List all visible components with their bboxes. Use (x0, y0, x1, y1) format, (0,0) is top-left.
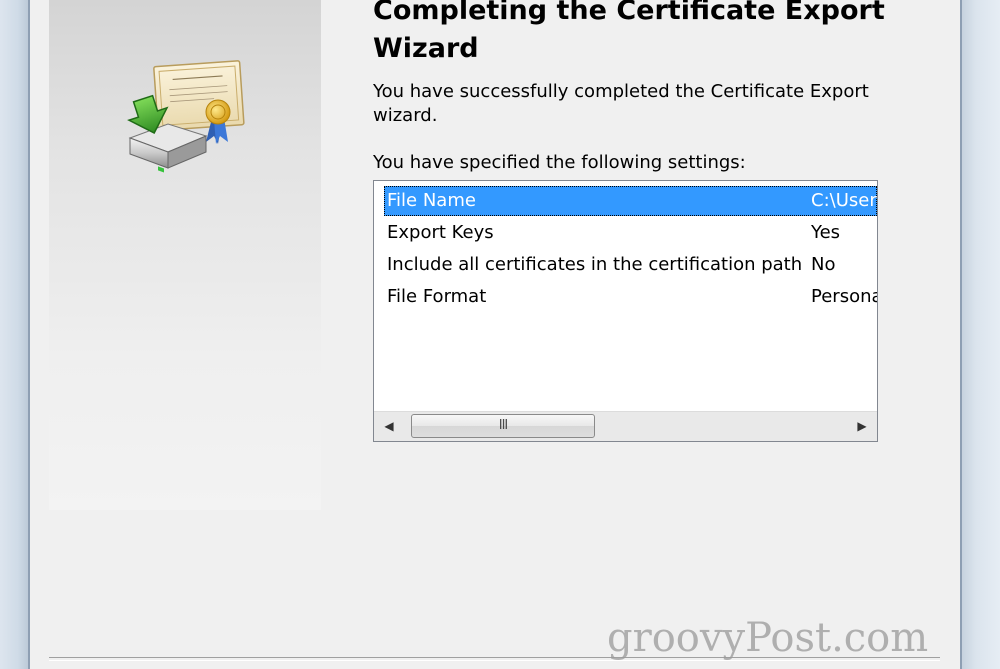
horizontal-scrollbar[interactable]: ◀ III ▶ (374, 411, 877, 441)
settings-row-file-format[interactable]: File Format Personal (384, 282, 877, 312)
wizard-title-line2: Wizard (373, 33, 479, 64)
wizard-title: Completing the Certificate Export Wizard (373, 0, 933, 68)
window-frame-right-edge (960, 0, 962, 669)
setting-name: File Name (387, 190, 476, 211)
wizard-title-line1: Completing the Certificate Export (373, 0, 885, 26)
window-frame-left (0, 0, 30, 669)
settings-row-file-name[interactable]: File Name C:\User (384, 186, 877, 216)
setting-value: Personal (811, 286, 877, 307)
scrollbar-thumb[interactable]: III (411, 414, 595, 438)
settings-row-include-certificates[interactable]: Include all certificates in the certific… (384, 250, 877, 280)
watermark: groovyPost.com (607, 615, 929, 661)
scroll-left-arrow-icon[interactable]: ◀ (376, 412, 402, 441)
setting-name: Export Keys (387, 222, 494, 243)
certificate-export-icon (127, 60, 245, 173)
setting-value: No (811, 254, 836, 275)
success-message: You have successfully completed the Cert… (373, 81, 869, 126)
setting-name: File Format (387, 286, 487, 307)
scroll-right-arrow-icon[interactable]: ▶ (849, 412, 875, 441)
window-frame-right (960, 0, 1000, 669)
settings-row-export-keys[interactable]: Export Keys Yes (384, 218, 877, 248)
setting-value: Yes (811, 222, 841, 243)
settings-label: You have specified the following setting… (373, 152, 746, 173)
setting-value: C:\User (811, 190, 877, 211)
setting-name: Include all certificates in the certific… (387, 254, 803, 275)
scrollbar-grip-icon: III (498, 418, 508, 433)
settings-listbox[interactable]: File Name C:\User Export Keys Yes Includ… (373, 180, 878, 442)
